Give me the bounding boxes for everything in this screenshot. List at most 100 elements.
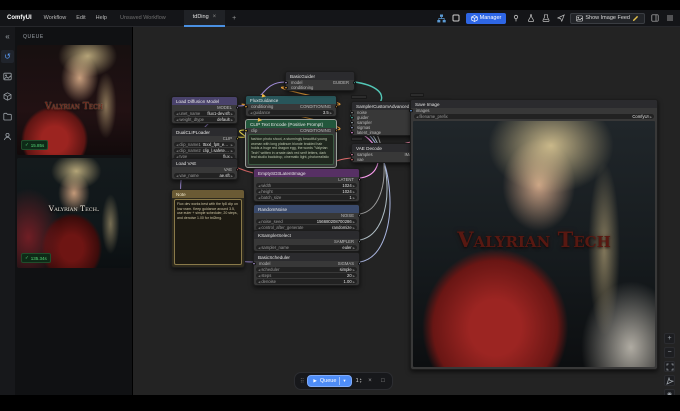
beaker-icon[interactable] [540,13,551,24]
tab-close-icon[interactable]: × [213,14,217,20]
link-direction-arrow [262,94,267,99]
widget-scheduler[interactable]: schedulersimple [256,267,357,272]
fit-view-button[interactable] [664,361,675,372]
node-title[interactable]: FluxGuidance [246,96,336,104]
sidebar-rail: « ↺ [0,27,15,395]
widget-height[interactable]: height1024 [256,189,357,194]
play-icon: ▶ [313,378,316,384]
menubar: ComfyUI Workflow Edit Help Unsaved Workf… [0,10,680,27]
node-title[interactable]: KSamplerSelect [254,231,359,239]
menu-workflow[interactable]: Workflow [39,15,72,21]
batch-count[interactable]: 1 ▴▾ [356,378,362,384]
pin-icon[interactable] [510,13,521,24]
queue-dropdown-icon[interactable]: ▾ [343,378,345,384]
sidebar-item-nodes[interactable] [1,130,14,143]
widget-unet-name[interactable]: unet_nameflux1-dev.sft [174,111,235,116]
panel-toggle-icon[interactable] [649,13,660,24]
node-title[interactable]: EmptySD3LatentImage [254,169,359,177]
manager-button[interactable]: Manager [466,13,507,24]
clear-queue-button[interactable]: × [365,378,374,384]
widget-weight-dtype[interactable]: weight_dtypedefault [174,117,235,122]
node-flux-guidance[interactable]: FluxGuidance conditioningCONDITIONING gu… [245,95,337,117]
node-ksampler-select[interactable]: KSamplerSelect SAMPLER sampler_nameeuler [253,230,360,252]
node-basic-scheduler[interactable]: BasicScheduler modelSIGMAS schedulersimp… [253,252,360,286]
comfyui-logo[interactable]: ComfyUI [0,15,39,21]
flask-icon[interactable] [525,13,536,24]
new-tab-button[interactable]: + [225,15,243,22]
node-load-vae[interactable]: Load VAE VAE vae_nameae.sft [171,158,238,180]
node-title[interactable]: Load VAE [172,159,237,167]
show-image-feed-button[interactable]: Show Image Feed [570,13,645,24]
generated-image-preview: Valyrian Tech [413,121,655,367]
node-title[interactable]: BasicGuider [286,72,354,80]
widget-clip-name1[interactable]: clip_name1t5xxl_fp8_e4m3fn.safetensors [174,142,235,147]
send-icon[interactable] [555,13,566,24]
sidebar-item-workflows[interactable] [1,110,14,123]
interrupt-button[interactable]: □ [378,378,387,384]
link-direction-arrow [258,118,263,123]
canvas-zoom-tools: + − ◉ [664,333,675,400]
queue-button[interactable]: ▶ Queue ▾ [307,375,351,387]
node-title[interactable]: Load Diffusion Model [172,97,237,105]
widget-clip-name2[interactable]: clip_name2clip_l.safetensors [174,148,235,153]
widget-vae-name[interactable]: vae_nameae.sft [174,173,235,178]
node-title[interactable]: Save Image [411,100,657,108]
check-icon: ✓ [25,255,29,261]
node-empty-sd3-latent-image[interactable]: EmptySD3LatentImage LATENT width1024 hei… [253,168,360,202]
letterbox-top [0,0,680,10]
zoom-in-button[interactable]: + [664,333,675,344]
widget-sampler-name[interactable]: sampler_nameeuler [256,245,357,250]
share-workflow-icon[interactable] [436,13,447,24]
widget-filename-prefix[interactable]: filename_prefixComfyUI [414,114,654,119]
node-title[interactable]: BasicScheduler [254,253,359,261]
note-text[interactable]: Flux dev works best with the fp8 clip on… [174,199,242,265]
sidebar-item-queue[interactable]: ↺ [1,50,14,63]
node-title[interactable]: DualCLIPLoader [172,128,237,136]
widget-width[interactable]: width1024 [256,183,357,188]
node-title[interactable]: Note [172,190,244,198]
drag-handle[interactable]: ⠿ [300,378,303,385]
manager-label: Manager [480,15,502,21]
node-note[interactable]: Note Flux dev works best with the fp8 cl… [171,189,245,268]
widget-denoise[interactable]: denoise1.00 [256,279,357,284]
result-image [17,45,131,155]
node-save-image[interactable]: Save Image images filename_prefixComfyUI… [410,99,658,370]
execution-time-badge: ✓ 135.34s [21,253,51,263]
node-clip-text-encode[interactable]: CLIP Text Encode (Positive Prompt) clipC… [245,119,337,168]
tab-label: tdDing [193,14,209,20]
stop-icon[interactable] [451,13,462,24]
widget-noise-seed[interactable]: noise_seed156680208700286 [256,219,357,224]
node-title[interactable]: RandomNoise [254,205,359,213]
prompt-textarea[interactable]: fashion photo shoot, a stunningly beauti… [248,134,334,165]
execution-time-badge: ✓ 15.85s [21,140,48,150]
menu-help[interactable]: Help [91,15,112,21]
check-icon: ✓ [25,142,29,148]
select-mode-button[interactable] [664,375,675,386]
execution-tag [351,137,363,141]
widget-steps[interactable]: steps20 [256,273,357,278]
show-image-feed-label: Show Image Feed [585,15,630,21]
sidebar-item-models[interactable] [1,90,14,103]
execution-tag [410,93,424,97]
workflow-tab[interactable]: tdDing × [184,10,225,27]
widget-batch-size[interactable]: batch_size1 [256,195,357,200]
execution-tag [351,95,367,99]
paint-icon [632,15,639,22]
result-image [17,158,131,268]
count-down-icon[interactable]: ▾ [360,381,362,384]
sidebar-item-gallery[interactable] [1,70,14,83]
node-load-diffusion-model[interactable]: Load Diffusion Model MODEL unet_nameflux… [171,96,238,124]
node-basic-guider[interactable]: BasicGuider modelGUIDER conditioning [285,71,355,91]
queue-result-thumbnail[interactable]: Valyrian Tech. ✓ 135.34s [17,158,131,268]
queue-result-thumbnail[interactable]: Valyrian Tech ✓ 15.85s [17,45,131,155]
widget-guidance[interactable]: guidance3.5 [248,110,334,115]
node-random-noise[interactable]: RandomNoise NOISE noise_seed156680208700… [253,204,360,232]
collapse-sidebar-icon[interactable]: « [1,30,14,43]
menubar-actions: Manager Show Image Feed [436,13,680,24]
zoom-out-button[interactable]: − [664,347,675,358]
workflow-name: Unsaved Workflow [112,15,174,21]
menu-icon[interactable] [664,13,675,24]
queue-panel: QUEUE Valyrian Tech ✓ 15.85s Valyrian Te… [15,27,133,395]
node-dual-clip-loader[interactable]: DualCLIPLoader CLIP clip_name1t5xxl_fp8_… [171,127,238,161]
menu-edit[interactable]: Edit [71,15,90,21]
